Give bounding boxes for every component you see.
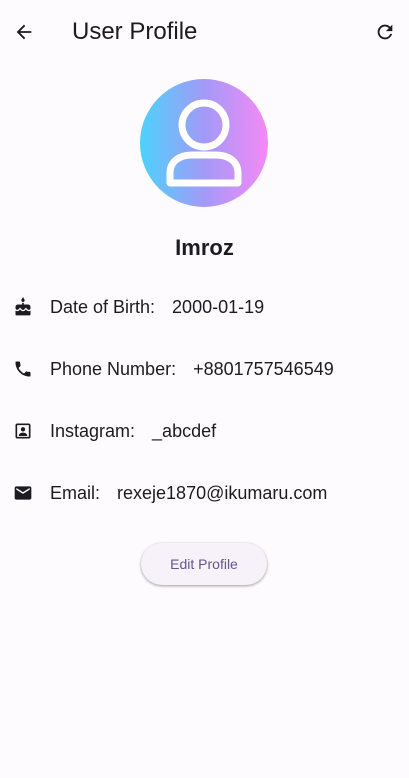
user-name: Imroz: [175, 235, 234, 260]
person-outline-icon: [166, 99, 242, 187]
info-row-instagram: Instagram: _abcdef: [12, 419, 216, 443]
dob-value: 2000-01-19: [172, 296, 265, 317]
instagram-value: _abcdef: [152, 420, 217, 441]
page-title: User Profile: [72, 18, 198, 45]
info-row-email: Email: rexeje1870@ikumaru.com: [12, 481, 327, 505]
phone-label: Phone Number:: [50, 358, 177, 379]
info-row-phone: Phone Number: +8801757546549: [12, 357, 334, 381]
app-bar: User Profile: [0, 0, 409, 64]
instagram-label: Instagram:: [50, 420, 136, 441]
phone-icon: [12, 358, 34, 380]
avatar: [140, 79, 268, 207]
refresh-icon: [377, 24, 393, 40]
email-value: rexeje1870@ikumaru.com: [117, 482, 328, 503]
edit-profile-button[interactable]: Edit Profile: [141, 543, 267, 585]
dob-label: Date of Birth:: [50, 296, 156, 317]
email-label: Email:: [50, 482, 101, 503]
contact-portrait-icon: [12, 420, 34, 442]
info-row-dob: Date of Birth: 2000-01-19: [12, 295, 264, 319]
cake-icon: [12, 296, 34, 318]
mail-icon: [12, 482, 34, 504]
phone-value: +8801757546549: [193, 358, 334, 379]
arrow-back-icon: [16, 24, 32, 40]
refresh-button[interactable]: [367, 14, 403, 50]
back-button[interactable]: [6, 14, 42, 50]
